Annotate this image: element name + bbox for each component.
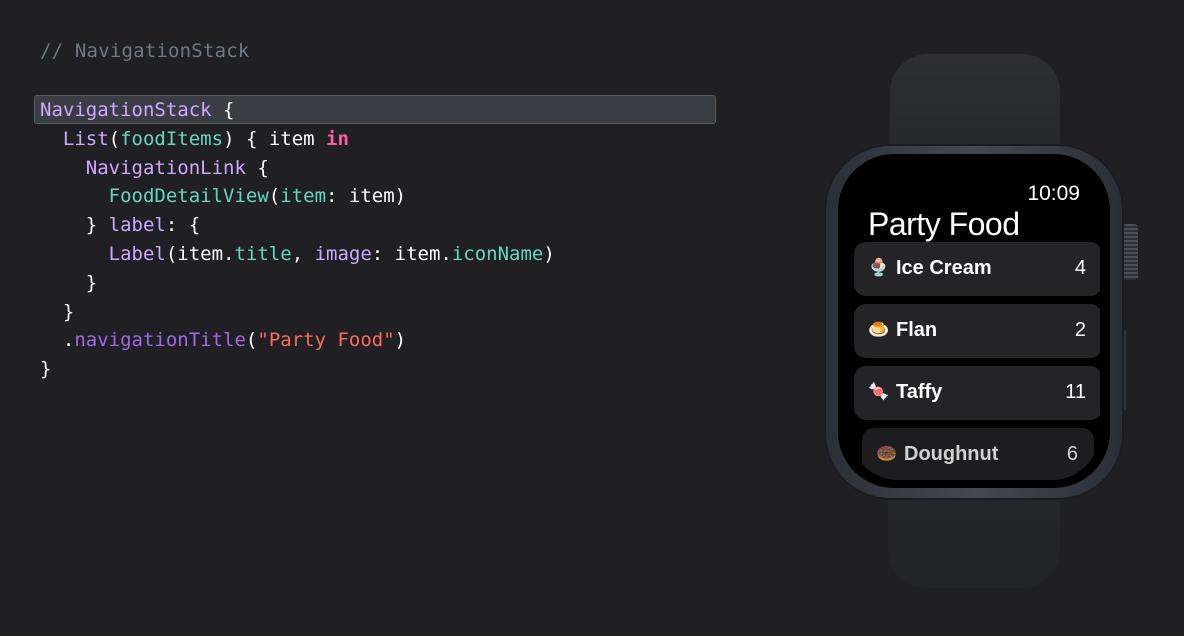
code-token: "Party Food" (257, 329, 395, 352)
navigation-title: Party Food (868, 206, 1020, 242)
code-line: } label: { (40, 211, 716, 240)
code-block: NavigationStack { List(foodItems) { item… (40, 96, 716, 384)
code-token: } (40, 300, 75, 323)
list-item[interactable]: 🍬 Taffy 11 (854, 366, 1100, 420)
code-token: } (40, 271, 98, 294)
watch-bezel: 10:09 Party Food 🍨 Ice Cream 4 🍮 Flan 2 … (838, 154, 1110, 488)
list-item-title: Flan (896, 319, 938, 341)
taffy-icon: 🍬 (868, 382, 890, 401)
code-line: } (40, 355, 716, 384)
code-token: { (245, 156, 269, 179)
flan-icon: 🍮 (868, 320, 890, 339)
watch-screen: 10:09 Party Food 🍨 Ice Cream 4 🍮 Flan 2 … (850, 164, 1100, 480)
code-token: image (314, 242, 372, 265)
code-token: } (40, 214, 109, 237)
code-line: List(foodItems) { item in (40, 125, 716, 154)
code-token: . (40, 329, 75, 352)
code-line: NavigationStack { (40, 96, 716, 125)
status-time: 10:09 (1027, 182, 1080, 205)
code-token: : item) (326, 185, 407, 208)
code-token: ( (268, 185, 281, 208)
list-item-title: Doughnut (904, 443, 999, 465)
code-comment: // NavigationStack (40, 40, 250, 62)
list-item-count: 4 (1074, 257, 1086, 279)
code-token: foodItems (120, 127, 224, 150)
code-token: NavigationStack (40, 99, 212, 121)
code-token: , (291, 242, 315, 265)
list-item-count: 6 (1066, 443, 1078, 465)
code-token: Label (108, 242, 166, 265)
code-token: ) (543, 242, 555, 265)
code-token: { (211, 99, 235, 121)
list-item-count: 2 (1074, 319, 1086, 341)
code-token: : { (165, 214, 201, 237)
code-token: FoodDetailView (108, 185, 269, 208)
doughnut-icon: 🍩 (876, 444, 898, 463)
code-token: } (40, 358, 52, 381)
list-item-count: 11 (1065, 381, 1086, 403)
code-token: iconName (451, 242, 544, 265)
code-line: FoodDetailView(item: item) (40, 182, 716, 211)
code-token: ( (108, 127, 121, 150)
code-token: label (108, 214, 166, 237)
code-token: NavigationLink (85, 156, 246, 179)
code-line: .navigationTitle("Party Food") (40, 326, 716, 355)
code-line: Label(item.title, image: item.iconName) (40, 240, 716, 269)
list-item[interactable]: 🍩 Doughnut 6 (862, 428, 1094, 480)
list-item[interactable]: 🍮 Flan 2 (854, 304, 1100, 358)
digital-crown[interactable] (1122, 224, 1138, 280)
list-item[interactable]: 🍨 Ice Cream 4 (854, 242, 1100, 296)
code-line: NavigationLink { (40, 154, 716, 183)
code-token: ) { item (223, 127, 327, 150)
list-item-title: Ice Cream (896, 257, 992, 279)
watch-case: 10:09 Party Food 🍨 Ice Cream 4 🍮 Flan 2 … (824, 144, 1124, 500)
code-line: } (40, 269, 716, 298)
code-token: in (326, 127, 349, 150)
code-token: : item. (371, 242, 452, 265)
list-item-title: Taffy (896, 381, 943, 403)
code-token: ( (245, 329, 258, 352)
apple-watch: 10:09 Party Food 🍨 Ice Cream 4 🍮 Flan 2 … (820, 50, 1140, 595)
code-token: ) (394, 329, 407, 352)
code-token: List (62, 127, 109, 150)
code-token: item (280, 185, 327, 208)
code-line: } (40, 298, 716, 327)
ice-cream-icon: 🍨 (868, 258, 890, 277)
code-token: title (234, 242, 292, 265)
code-token: (item. (165, 242, 235, 265)
code-token: navigationTitle (74, 329, 246, 352)
